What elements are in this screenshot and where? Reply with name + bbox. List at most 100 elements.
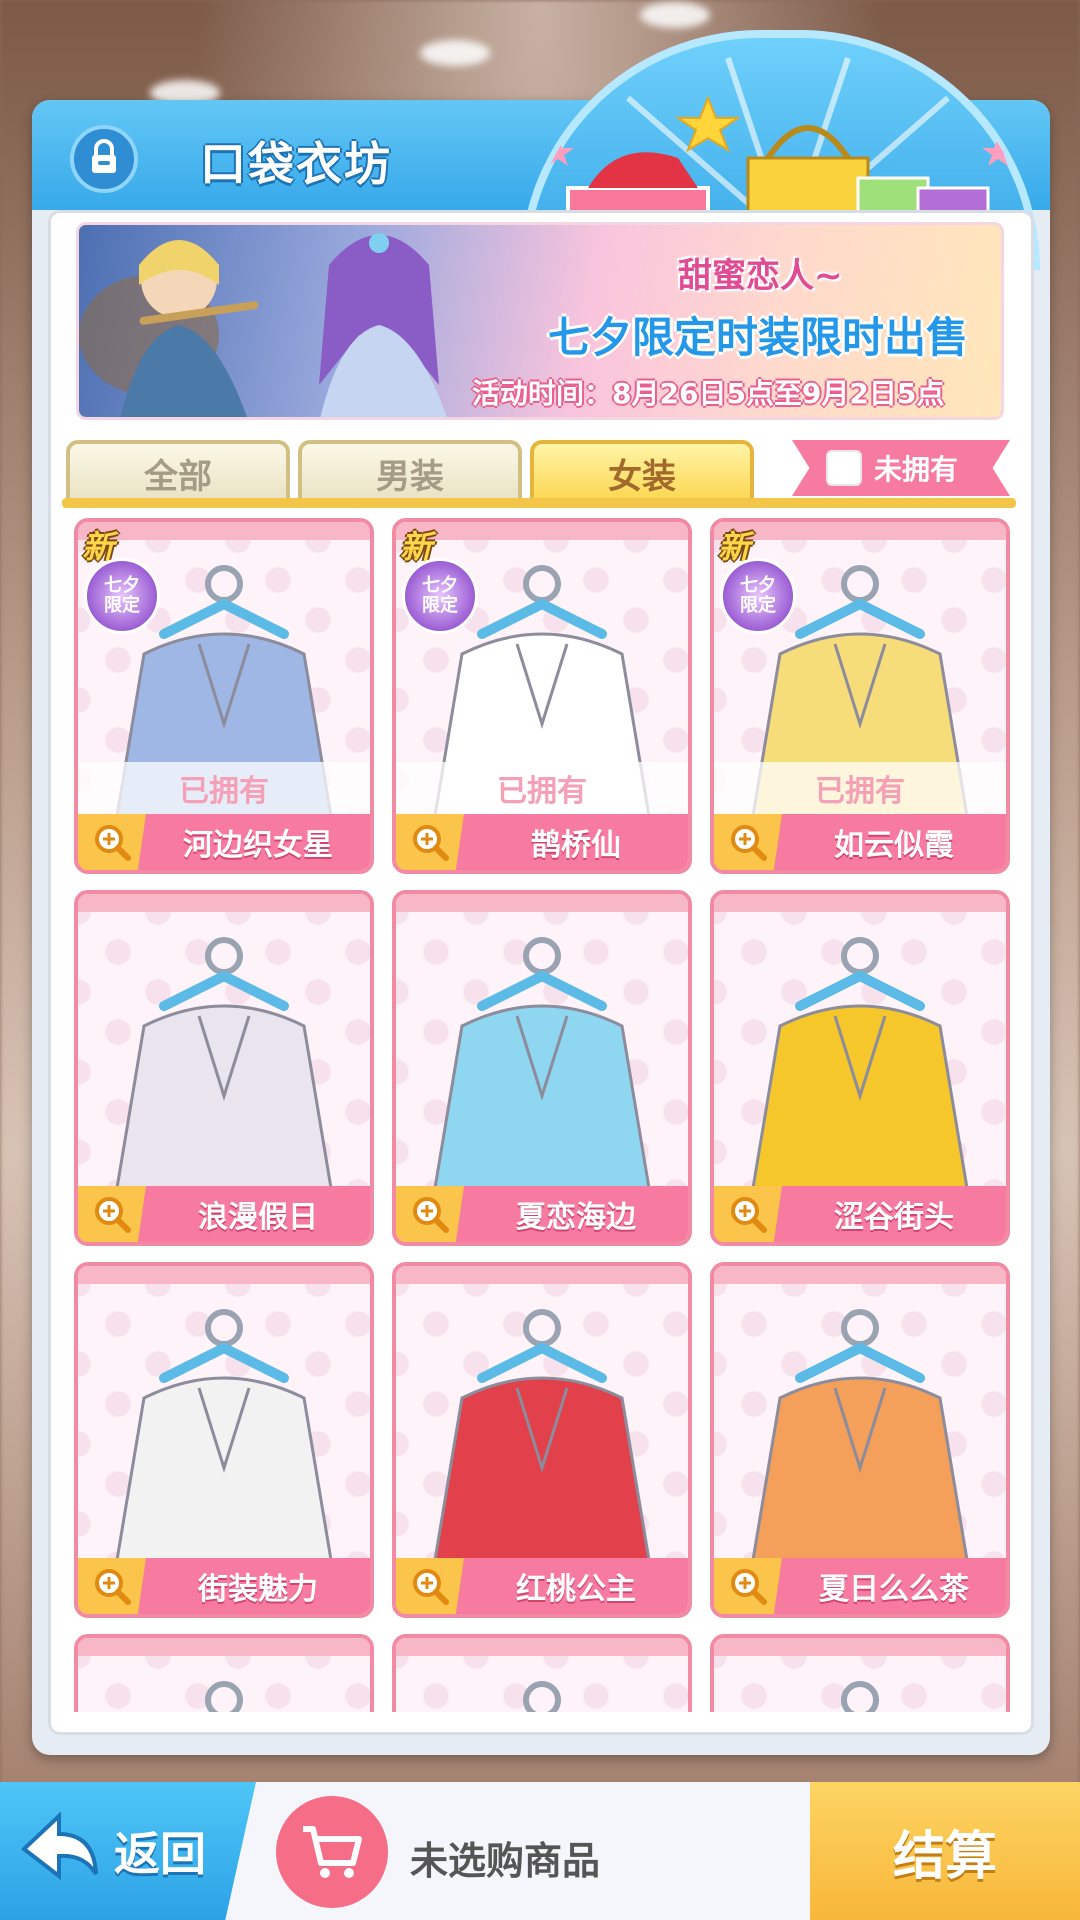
- outfit-name: 浪漫假日: [198, 1200, 318, 1235]
- zoom-icon: [413, 1569, 449, 1605]
- card-footer: 夏恋海边: [396, 1186, 688, 1242]
- zoom-button[interactable]: [714, 1558, 782, 1614]
- outfit-card[interactable]: [74, 1634, 374, 1712]
- back-button[interactable]: 返回: [0, 1782, 256, 1920]
- banner-subtitle: 甜蜜恋人~: [678, 256, 843, 296]
- outfit-image: [112, 1309, 336, 1580]
- card-footer: 鹊桥仙: [396, 814, 688, 870]
- outfit-name: 夏日么么茶: [819, 1572, 969, 1607]
- card-image-area: [78, 1656, 370, 1712]
- back-label: 返回: [114, 1827, 206, 1881]
- unowned-checkbox[interactable]: [826, 450, 862, 486]
- zoom-icon: [413, 1197, 449, 1233]
- card-image-area: [78, 1284, 370, 1580]
- couple-illustration: [79, 233, 447, 417]
- card-top-strip: [78, 1638, 370, 1656]
- outfit-image: [523, 1681, 561, 1712]
- outfit-card[interactable]: 红桃公主: [392, 1262, 692, 1618]
- owned-label: 已拥有: [396, 762, 688, 814]
- card-footer: 红桃公主: [396, 1558, 688, 1614]
- outfit-image: [205, 1681, 243, 1712]
- outfit-name: 红桃公主: [516, 1572, 636, 1607]
- outfit-image: [841, 1681, 879, 1712]
- card-top-strip: [714, 1638, 1006, 1656]
- zoom-button[interactable]: [78, 1558, 146, 1614]
- unowned-filter-label: 未拥有: [874, 453, 959, 486]
- outfit-name: 夏恋海边: [516, 1200, 636, 1235]
- card-footer: 夏日么么茶: [714, 1558, 1006, 1614]
- outfit-card[interactable]: 街装魅力: [74, 1262, 374, 1618]
- limited-badge: 七夕 限定: [720, 558, 796, 634]
- zoom-button[interactable]: [714, 1186, 782, 1242]
- zoom-icon: [413, 825, 449, 861]
- outfit-card[interactable]: 夏恋海边: [392, 890, 692, 1246]
- zoom-button[interactable]: [396, 1186, 464, 1242]
- outfit-card[interactable]: [392, 1634, 692, 1712]
- card-footer: 浪漫假日: [78, 1186, 370, 1242]
- card-top-strip: [714, 1266, 1006, 1284]
- unowned-filter-toggle[interactable]: 未拥有: [792, 440, 1010, 496]
- card-top-strip: [396, 1638, 688, 1656]
- card-top-strip: [78, 522, 370, 540]
- card-footer: 河边织女星: [78, 814, 370, 870]
- page-title: 口袋衣坊: [200, 137, 392, 191]
- card-image-area: [714, 1284, 1006, 1580]
- card-image-area: [396, 1284, 688, 1580]
- outfit-card[interactable]: 涩谷街头: [710, 890, 1010, 1246]
- card-image-area: [396, 1656, 688, 1712]
- zoom-icon: [95, 1569, 131, 1605]
- outfit-image: [430, 1309, 654, 1580]
- lock-button[interactable]: [70, 125, 138, 193]
- outfit-card[interactable]: 新七夕 限定 已拥有 河边织女星: [74, 518, 374, 874]
- outfit-image: [748, 937, 972, 1208]
- card-top-strip: [78, 1266, 370, 1284]
- outfit-name: 鹊桥仙: [531, 828, 621, 863]
- outfit-grid: 新七夕 限定 已拥有 河边织女星新七夕 限定 已拥有 鹊桥仙新七夕 限定 已拥有 如云似霞浪…: [62, 512, 1016, 1712]
- outfit-name: 河边织女星: [183, 828, 333, 863]
- outfit-card[interactable]: [710, 1634, 1010, 1712]
- card-top-strip: [714, 522, 1006, 540]
- card-footer: 涩谷街头: [714, 1186, 1006, 1242]
- back-arrow-icon: [14, 1804, 104, 1898]
- card-image-area: [714, 1656, 1006, 1712]
- card-footer: 如云似霞: [714, 814, 1006, 870]
- tab-men[interactable]: 男装: [298, 440, 522, 502]
- zoom-button[interactable]: [396, 1558, 464, 1614]
- zoom-icon: [731, 1197, 767, 1233]
- outfit-image: [112, 937, 336, 1208]
- zoom-button[interactable]: [714, 814, 782, 870]
- outfit-card[interactable]: 新七夕 限定 已拥有 鹊桥仙: [392, 518, 692, 874]
- outfit-name: 街装魅力: [198, 1572, 318, 1607]
- outfit-image: [430, 937, 654, 1208]
- card-top-strip: [396, 894, 688, 912]
- card-top-strip: [78, 894, 370, 912]
- card-image-area: [396, 912, 688, 1208]
- zoom-icon: [731, 1569, 767, 1605]
- checkout-button[interactable]: 结算: [810, 1782, 1080, 1920]
- card-image-area: [714, 912, 1006, 1208]
- card-top-strip: [714, 894, 1006, 912]
- outfit-image: [748, 1309, 972, 1580]
- limited-badge: 七夕 限定: [84, 558, 160, 634]
- outfit-card[interactable]: 夏日么么茶: [710, 1262, 1010, 1618]
- outfit-card[interactable]: 新七夕 限定 已拥有 如云似霞: [710, 518, 1010, 874]
- card-image-area: [78, 912, 370, 1208]
- outfit-name: 如云似霞: [834, 828, 954, 863]
- cart-icon[interactable]: [276, 1796, 388, 1908]
- zoom-button[interactable]: [396, 814, 464, 870]
- outfit-card[interactable]: 浪漫假日: [74, 890, 374, 1246]
- card-footer: 街装魅力: [78, 1558, 370, 1614]
- zoom-button[interactable]: [78, 814, 146, 870]
- limited-badge: 七夕 限定: [402, 558, 478, 634]
- outfit-name: 涩谷街头: [834, 1200, 954, 1235]
- tab-underline: [62, 498, 1016, 508]
- card-top-strip: [396, 522, 688, 540]
- tab-women[interactable]: 女装: [530, 440, 754, 502]
- banner-headline: 七夕限定时装限时出售: [548, 313, 969, 362]
- tab-all[interactable]: 全部: [66, 440, 290, 502]
- zoom-icon: [95, 825, 131, 861]
- zoom-button[interactable]: [78, 1186, 146, 1242]
- lock-icon: [84, 137, 124, 181]
- card-top-strip: [396, 1266, 688, 1284]
- cart-status-text: 未选购商品: [410, 1839, 601, 1883]
